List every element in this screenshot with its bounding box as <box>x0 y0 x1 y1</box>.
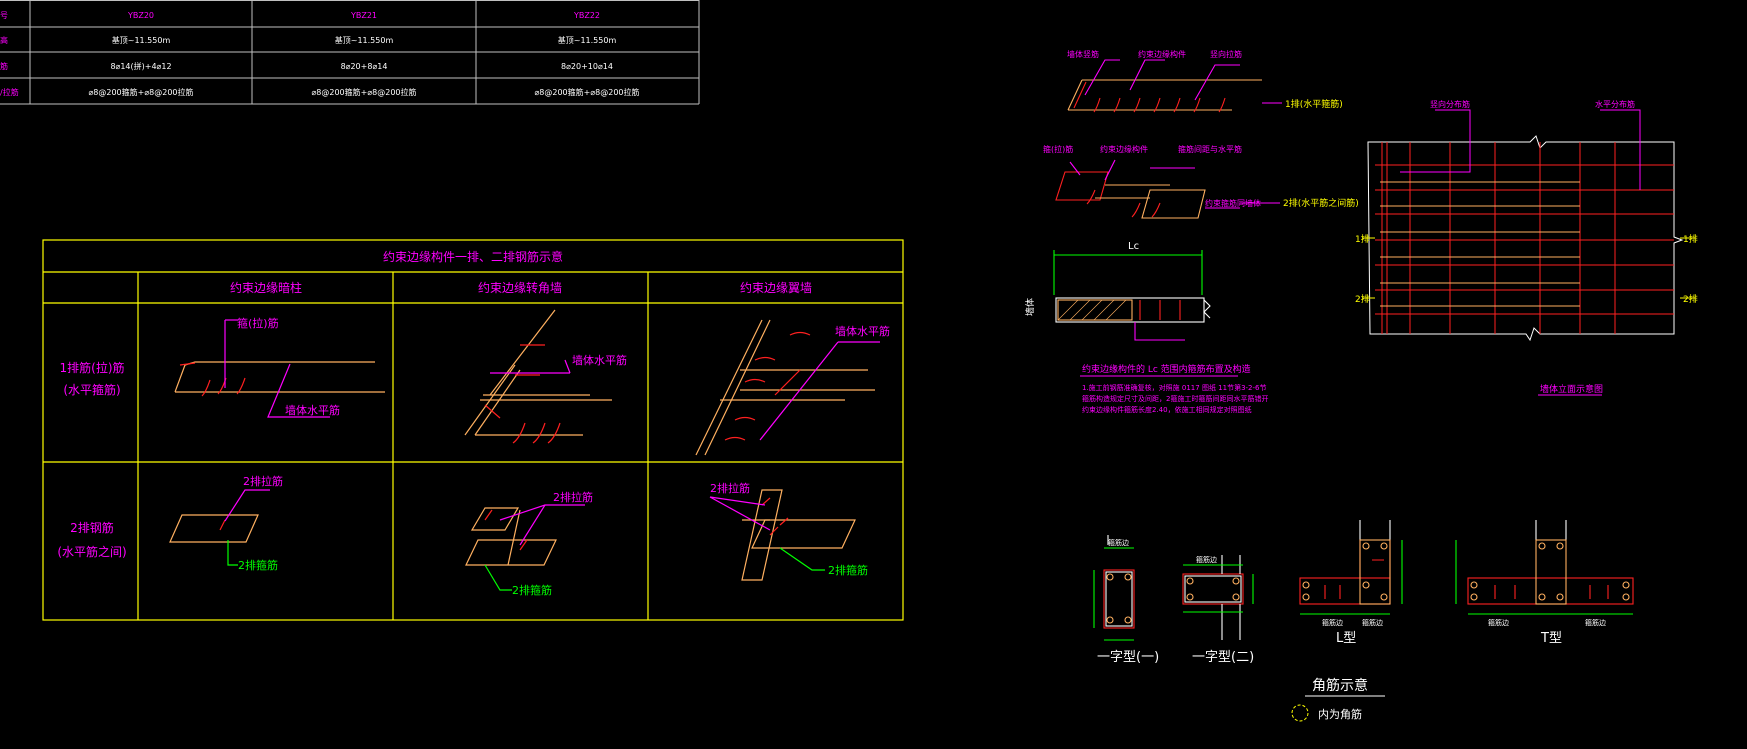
schedule-stirrup: ⌀8@200箍筋+⌀8@200拉筋 <box>311 87 416 97</box>
lc-note: 箍筋构造规定尺寸及间距，2箍施工时箍筋间距同水平筋错开 <box>1082 394 1268 403</box>
wall-side-label-right-2: 2排 <box>1683 293 1698 305</box>
label-small-mid-1: 约束边缘构件 <box>1100 144 1148 154</box>
cad-drawing: 号 高 筋 /拉筋 YBZ20 YBZ21 YBZ22 基顶~11.550m 基… <box>0 0 1747 749</box>
dim-label: 箍筋边 <box>1585 618 1606 627</box>
schedule-row-label: 筋 <box>0 61 8 71</box>
schedule-col-name: YBZ22 <box>573 11 600 20</box>
label-wall-end: 墙体 <box>1024 298 1036 316</box>
label-wall-horizontal-wing: 墙体水平筋 <box>835 324 890 338</box>
schedule-row-label: /拉筋 <box>0 87 19 97</box>
label-layer1-horizontal-stirrup: 1排(水平箍筋) <box>1285 98 1343 110</box>
label-layer2-between: 2排(水平筋之间筋) <box>1283 197 1359 209</box>
col-header-hidden-column: 约束边缘暗柱 <box>230 280 302 295</box>
wall-side-label-left-2: 2排 <box>1355 293 1370 305</box>
label-row2-tie-wing: 2排拉筋 <box>710 481 750 495</box>
col-header-corner-wall: 约束边缘转角墙 <box>478 280 562 295</box>
legend-title: 角筋示意 <box>1312 677 1368 694</box>
lc-caption: 约束边缘构件的 Lc 范围内箍筋布置及构造 <box>1082 363 1251 375</box>
label-small-top-0: 墙体竖筋 <box>1067 49 1099 59</box>
row-header-layer1: 1排筋(拉)筋 <box>60 360 125 375</box>
label-row2-tie-corner: 2排拉筋 <box>553 490 593 504</box>
section-label-straight-2: 一字型(二) <box>1192 650 1254 665</box>
section-label-t: T型 <box>1540 631 1562 646</box>
schedule-rebar: 8⌀20+8⌀14 <box>341 62 388 71</box>
schedule-col-name: YBZ21 <box>350 11 377 20</box>
schedule-row-label: 号 <box>0 11 8 20</box>
schedule-rebar: 8⌀14(拼)+4⌀12 <box>110 61 171 71</box>
label-row2-stirrup-wing: 2排箍筋 <box>828 563 868 577</box>
label-lc: Lc <box>1128 241 1139 252</box>
lc-note: 1.施工前钢筋准确复核，对照施 0117 图纸 11节第3-2-6节 <box>1082 383 1267 392</box>
dim-label: 箍筋边 <box>1362 618 1383 627</box>
dim-label: 箍筋边 <box>1196 555 1217 564</box>
wall-elevation-caption: 墙体立面示意图 <box>1540 383 1603 395</box>
constraint-table-title: 约束边缘构件一排、二排钢筋示意 <box>383 249 563 264</box>
schedule-rebar: 8⌀20+10⌀14 <box>561 62 613 71</box>
schedule-row-label: 高 <box>0 35 8 45</box>
label-row2-stirrup: 2排箍筋 <box>238 558 278 572</box>
section-label-l: L型 <box>1336 631 1356 646</box>
label-wall-horizontal-corner: 墙体水平筋 <box>572 353 627 367</box>
row-header-layer2-sub: (水平筋之间) <box>57 544 126 559</box>
section-label-straight-1: 一字型(一) <box>1097 650 1159 665</box>
schedule-elevation: 基顶~11.550m <box>335 35 394 45</box>
label-vertical-distribution: 竖向分布筋 <box>1430 99 1470 109</box>
row-header-layer1-sub: (水平箍筋) <box>63 382 120 397</box>
schedule-elevation: 基顶~11.550m <box>112 35 171 45</box>
label-row2-stirrup-corner: 2排箍筋 <box>512 583 552 597</box>
label-row2-tie: 2排拉筋 <box>243 474 283 488</box>
dim-label: 箍筋边 <box>1108 538 1129 547</box>
dim-label: 箍筋边 <box>1322 618 1343 627</box>
legend-item: 内为角筋 <box>1318 707 1362 721</box>
schedule-elevation: 基顶~11.550m <box>558 35 617 45</box>
label-small-top-1: 约束边缘构件 <box>1138 49 1186 59</box>
schedule-col-name: YBZ20 <box>127 11 154 20</box>
schedule-stirrup: ⌀8@200箍筋+⌀8@200拉筋 <box>88 87 193 97</box>
label-stirrup-leg: 箍(拉)筋 <box>237 316 279 330</box>
schedule-stirrup: ⌀8@200箍筋+⌀8@200拉筋 <box>534 87 639 97</box>
lc-note: 约束边缘构件箍筋长度2.40，依施工相同规定对照图纸 <box>1082 405 1252 414</box>
label-small-mid-2: 箍筋间距与水平筋 <box>1178 144 1242 154</box>
wall-side-label-right-1: 1排 <box>1683 233 1698 245</box>
label-horizontal-distribution: 水平分布筋 <box>1595 99 1635 109</box>
label-wall-horizontal: 墙体水平筋 <box>285 403 340 417</box>
col-header-wing-wall: 约束边缘翼墙 <box>740 280 812 295</box>
wall-side-label-left-1: 1排 <box>1355 233 1370 245</box>
label-small-top-2: 竖向拉筋 <box>1210 49 1242 59</box>
row-header-layer2: 2排钢筋 <box>70 520 114 535</box>
dim-label: 箍筋边 <box>1488 618 1509 627</box>
label-small-mid-0: 箍(拉)筋 <box>1043 144 1073 154</box>
